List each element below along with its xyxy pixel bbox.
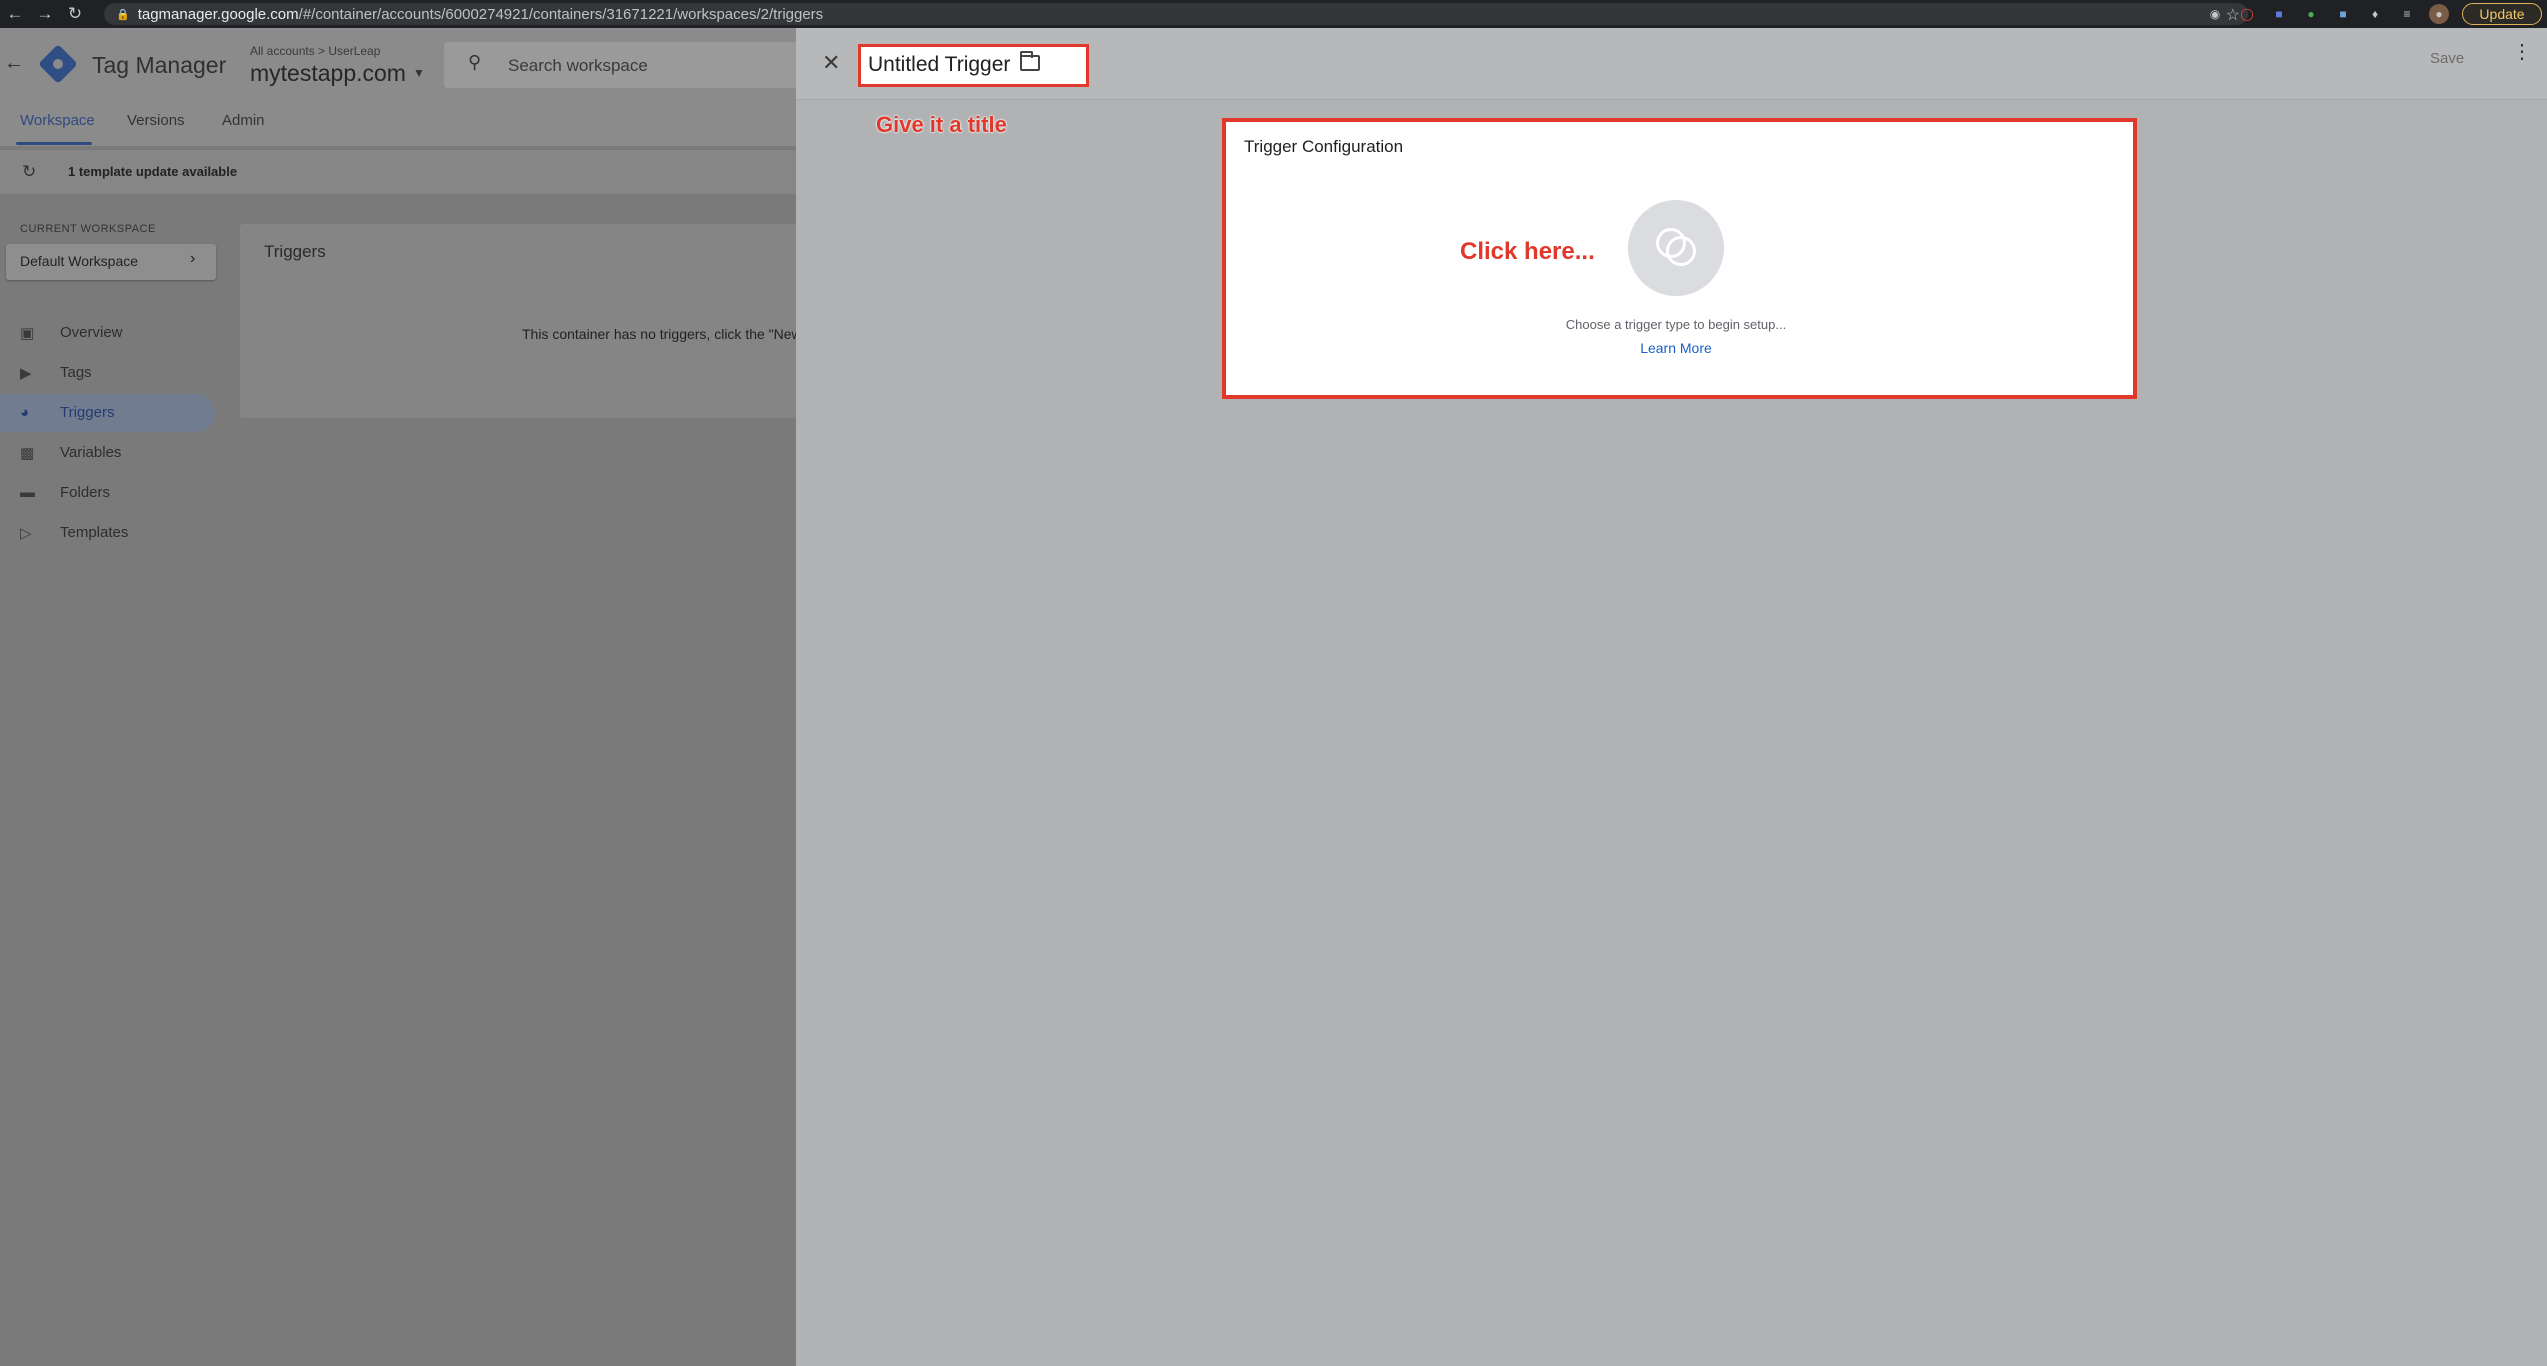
chevron-right-icon: › bbox=[190, 250, 196, 267]
trigger-configuration-title: Trigger Configuration bbox=[1244, 137, 1404, 156]
sidebar-item-label: Triggers bbox=[60, 404, 115, 421]
trigger-title[interactable]: Untitled Trigger bbox=[868, 53, 1010, 77]
sidebar-item-overview[interactable]: ▣ Overview bbox=[0, 314, 215, 352]
sidebar-item-label: Templates bbox=[60, 524, 129, 541]
sidebar-item-folders[interactable]: ▬ Folders bbox=[0, 474, 215, 512]
current-workspace-label: CURRENT WORKSPACE bbox=[20, 223, 156, 235]
sidebar-item-variables[interactable]: ▩ Variables bbox=[0, 434, 215, 472]
choose-trigger-type-button[interactable] bbox=[1628, 200, 1724, 296]
sidebar-item-label: Tags bbox=[60, 364, 92, 381]
notice-text[interactable]: 1 template update available bbox=[68, 164, 237, 179]
refresh-icon: ↻ bbox=[22, 162, 37, 181]
sidebar-item-label: Folders bbox=[60, 484, 111, 501]
tag-icon: ▶ bbox=[20, 365, 32, 382]
more-vert-icon[interactable]: ⋮ bbox=[2512, 42, 2532, 62]
url-host: tagmanager.google.com bbox=[137, 5, 299, 23]
puzzle-icon[interactable]: ♦ bbox=[2365, 4, 2385, 24]
sidebar-item-tags[interactable]: ▶ Tags bbox=[0, 354, 215, 392]
trigger-type-icon bbox=[1666, 236, 1696, 266]
url-path: /#/container/accounts/6000274921/contain… bbox=[298, 5, 824, 23]
variables-icon: ▩ bbox=[20, 445, 35, 462]
extension-icon[interactable]: ◯ bbox=[2237, 4, 2257, 24]
tab-workspace[interactable]: Workspace bbox=[20, 112, 95, 129]
trigger-icon: ◕ bbox=[20, 404, 30, 421]
briefcase-icon: ▣ bbox=[20, 325, 35, 342]
extension-icon[interactable]: ◉ bbox=[2205, 4, 2225, 24]
sidebar-item-label: Overview bbox=[60, 324, 123, 341]
annotation-click-hint: Click here... bbox=[1460, 238, 1595, 265]
sidebar-item-label: Variables bbox=[60, 444, 122, 461]
breadcrumb[interactable]: All accounts > UserLeap bbox=[250, 44, 380, 58]
learn-more-link[interactable]: Learn More bbox=[1600, 340, 1752, 356]
extensions-row: ◉ ◯ ■ ● ■ ♦ ≡ ● bbox=[2205, 4, 2449, 24]
active-tab-indicator bbox=[16, 142, 92, 145]
container-selector[interactable]: mytestapp.com bbox=[250, 60, 406, 87]
search-input[interactable]: Search workspace bbox=[508, 56, 648, 76]
sidebar-item-templates[interactable]: ▷ Templates bbox=[0, 514, 215, 552]
empty-state-message: This container has no triggers, click th… bbox=[522, 326, 800, 342]
workspace-name: Default Workspace bbox=[20, 253, 139, 269]
product-name: Tag Manager bbox=[92, 52, 227, 78]
folder-icon: ▬ bbox=[20, 484, 35, 501]
extension-icon[interactable]: ● bbox=[2301, 4, 2321, 24]
browser-update-button[interactable]: Update bbox=[2462, 3, 2542, 25]
browser-forward-icon[interactable]: → bbox=[30, 0, 60, 28]
back-arrow-icon[interactable]: ← bbox=[4, 52, 24, 75]
browser-reload-icon[interactable]: ↻ bbox=[60, 0, 90, 28]
search-icon: ⚲ bbox=[468, 52, 482, 72]
triggers-card-title: Triggers bbox=[264, 242, 326, 261]
sidebar-item-triggers[interactable]: ◕ Triggers bbox=[0, 394, 215, 432]
extension-icon[interactable]: ■ bbox=[2333, 4, 2353, 24]
annotation-title-hint: Give it a title bbox=[876, 112, 1007, 137]
close-icon[interactable]: ✕ bbox=[822, 50, 840, 76]
extension-icon[interactable]: ■ bbox=[2269, 4, 2289, 24]
profile-avatar[interactable]: ● bbox=[2429, 4, 2449, 24]
browser-back-icon[interactable]: ← bbox=[0, 0, 30, 28]
template-icon: ▷ bbox=[20, 525, 32, 542]
save-button[interactable]: Save bbox=[2430, 50, 2464, 67]
reading-list-icon[interactable]: ≡ bbox=[2397, 4, 2417, 24]
address-bar[interactable]: 🔒 tagmanager.google.com /#/container/acc… bbox=[104, 3, 2248, 25]
setup-hint: Choose a trigger type to begin setup... bbox=[1565, 317, 1787, 332]
tab-versions[interactable]: Versions bbox=[127, 112, 185, 129]
lock-icon: 🔒 bbox=[116, 8, 130, 21]
caret-down-icon[interactable]: ▼ bbox=[413, 66, 425, 80]
tab-admin[interactable]: Admin bbox=[222, 112, 265, 129]
folder-icon[interactable] bbox=[1020, 51, 1040, 71]
